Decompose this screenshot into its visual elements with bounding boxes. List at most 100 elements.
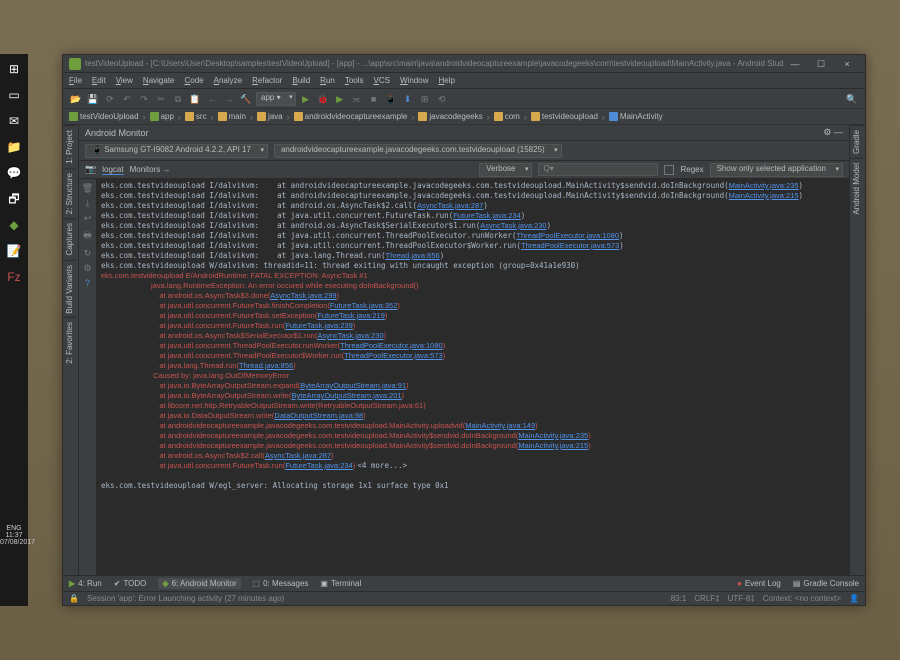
paste-icon[interactable]: 📋 xyxy=(188,92,202,106)
cut-icon[interactable]: ✂ xyxy=(154,92,168,106)
menu-navigate[interactable]: Navigate xyxy=(143,76,175,85)
gear-icon[interactable]: ⚙ — xyxy=(823,127,843,138)
search-icon[interactable]: 🔍 xyxy=(845,92,859,106)
menu-analyze[interactable]: Analyze xyxy=(214,76,242,85)
sync-gradle-icon[interactable]: ⟲ xyxy=(435,92,449,106)
run-config-selector[interactable]: app ▾ xyxy=(256,92,296,106)
make-icon[interactable]: 🔨 xyxy=(239,92,253,106)
status-message: Session 'app': Error Launching activity … xyxy=(87,594,284,603)
windows-start-icon[interactable]: ⊞ xyxy=(5,60,23,78)
window-title: testVideoUpload - [C:\Users\User\Desktop… xyxy=(85,59,783,68)
task-icon[interactable]: 📁 xyxy=(5,138,23,156)
left-tab-captures[interactable]: Captures xyxy=(63,218,76,259)
menu-edit[interactable]: Edit xyxy=(92,76,106,85)
tab-logcat[interactable]: logcat xyxy=(102,165,123,175)
clear-icon[interactable]: 🗑 xyxy=(82,183,93,194)
device-row: 📱 Samsung GT-I9082 Android 4.2.2, API 17… xyxy=(79,141,849,161)
coverage-icon[interactable]: ▶ xyxy=(333,92,347,106)
right-tab-gradle[interactable]: Gradle xyxy=(850,125,863,158)
logcat-filter-row: 📷 logcat Monitors → Verbose Q▾ Regex Sho… xyxy=(79,161,849,179)
titlebar[interactable]: testVideoUpload - [C:\Users\User\Desktop… xyxy=(63,55,865,73)
menu-code[interactable]: Code xyxy=(185,76,204,85)
left-tab-structure[interactable]: 2: Structure xyxy=(63,168,76,218)
restart-icon[interactable]: ↻ xyxy=(84,248,92,259)
tab-monitors[interactable]: Monitors → xyxy=(130,165,171,174)
structure-icon[interactable]: ⊞ xyxy=(418,92,432,106)
crumb-javacodegeeks[interactable]: javacodegeeks xyxy=(418,112,482,121)
forward-icon[interactable]: → xyxy=(222,92,236,106)
soft-wrap-icon[interactable]: ↩ xyxy=(84,213,92,224)
crumb-app[interactable]: app xyxy=(150,112,174,121)
stop-icon[interactable]: ■ xyxy=(367,92,381,106)
android-monitor-header: Android Monitor ⚙ — xyxy=(79,125,849,141)
window-close-button[interactable]: × xyxy=(835,57,859,71)
task-icon[interactable]: ▭ xyxy=(5,86,23,104)
status-encoding[interactable]: UTF-8‡ xyxy=(728,594,755,603)
menu-run[interactable]: Run xyxy=(320,76,335,85)
attach-icon[interactable]: ⫘ xyxy=(350,92,364,106)
crumb-testvideoupload[interactable]: testvideoupload xyxy=(531,112,598,121)
status-line-ending[interactable]: CRLF‡ xyxy=(694,594,719,603)
crumb-androidvideocaptureexample[interactable]: androidvideocaptureexample xyxy=(294,112,408,121)
print-icon[interactable]: 🖶 xyxy=(83,228,92,244)
tab-messages[interactable]: ⬚ 0: Messages xyxy=(253,579,309,588)
task-icon[interactable]: 📝 xyxy=(5,242,23,260)
log-search-input[interactable]: Q▾ xyxy=(538,163,658,176)
tab-gradle-console[interactable]: ▤ Gradle Console xyxy=(793,579,859,588)
crumb-MainActivity[interactable]: MainActivity xyxy=(609,112,663,121)
task-icon[interactable]: 🗗 xyxy=(5,190,23,208)
log-level-selector[interactable]: Verbose xyxy=(479,163,532,177)
tab-event-log[interactable]: ● Event Log xyxy=(737,579,781,588)
process-selector[interactable]: androidvideocaptureexample.javacodegeeks… xyxy=(274,144,562,158)
task-icon[interactable]: ◆ xyxy=(5,216,23,234)
undo-icon[interactable]: ↶ xyxy=(120,92,134,106)
task-icon[interactable]: ✉ xyxy=(5,112,23,130)
right-tab-androidmodel[interactable]: Android Model xyxy=(850,158,863,219)
menu-file[interactable]: File xyxy=(69,76,82,85)
sdk-icon[interactable]: ⬇ xyxy=(401,92,415,106)
scroll-end-icon[interactable]: ⤓ xyxy=(86,198,90,209)
menu-build[interactable]: Build xyxy=(292,76,310,85)
window-minimize-button[interactable]: — xyxy=(783,57,807,71)
run-icon[interactable]: ▶ xyxy=(299,92,313,106)
task-icon[interactable]: 💬 xyxy=(5,164,23,182)
crumb-src[interactable]: src xyxy=(185,112,207,121)
debug-icon[interactable]: 🐞 xyxy=(316,92,330,106)
regex-checkbox[interactable] xyxy=(664,165,674,175)
status-hector-icon[interactable]: 👤 xyxy=(849,594,859,603)
device-selector[interactable]: 📱 Samsung GT-I9082 Android 4.2.2, API 17 xyxy=(85,144,268,158)
help-icon[interactable]: ? xyxy=(85,278,90,288)
menu-refactor[interactable]: Refactor xyxy=(252,76,282,85)
sync-icon[interactable]: ⟳ xyxy=(103,92,117,106)
avd-icon[interactable]: 📱 xyxy=(384,92,398,106)
menu-help[interactable]: Help xyxy=(438,76,454,85)
copy-icon[interactable]: ⧉ xyxy=(171,92,185,106)
task-icon[interactable]: Fz xyxy=(5,268,23,286)
settings-icon[interactable]: ⚙ xyxy=(83,263,91,274)
menu-tools[interactable]: Tools xyxy=(345,76,364,85)
crumb-testVideoUpload[interactable]: testVideoUpload xyxy=(69,112,139,121)
window-maximize-button[interactable]: ☐ xyxy=(809,57,833,71)
menu-window[interactable]: Window xyxy=(400,76,428,85)
logcat-output[interactable]: eks.com.testvideoupload I/dalvikvm: at a… xyxy=(97,179,849,575)
filter-selector[interactable]: Show only selected application xyxy=(710,163,843,177)
status-lock-icon[interactable]: 🔒 xyxy=(69,594,79,603)
left-tab-buildvariants[interactable]: Build Variants xyxy=(63,260,76,318)
redo-icon[interactable]: ↷ xyxy=(137,92,151,106)
crumb-main[interactable]: main xyxy=(218,112,246,121)
crumb-com[interactable]: com xyxy=(494,112,520,121)
menu-view[interactable]: View xyxy=(116,76,133,85)
tab-todo[interactable]: ✔ TODO xyxy=(114,579,147,588)
back-icon[interactable]: ← xyxy=(205,92,219,106)
tab-run[interactable]: ▶ 4: Run xyxy=(69,579,102,588)
tab-android-monitor[interactable]: ◆ 6: Android Monitor xyxy=(158,578,240,589)
tab-terminal[interactable]: ▣ Terminal xyxy=(320,579,361,588)
left-tab-project[interactable]: 1: Project xyxy=(63,125,76,168)
menu-vcs[interactable]: VCS xyxy=(374,76,390,85)
left-tab-favorites[interactable]: 2: Favorites xyxy=(63,317,76,368)
open-icon[interactable]: 📂 xyxy=(69,92,83,106)
status-context: Context: <no context> xyxy=(763,594,841,603)
crumb-java[interactable]: java xyxy=(257,112,283,121)
save-icon[interactable]: 💾 xyxy=(86,92,100,106)
camera-icon[interactable]: 📷 xyxy=(85,164,96,175)
